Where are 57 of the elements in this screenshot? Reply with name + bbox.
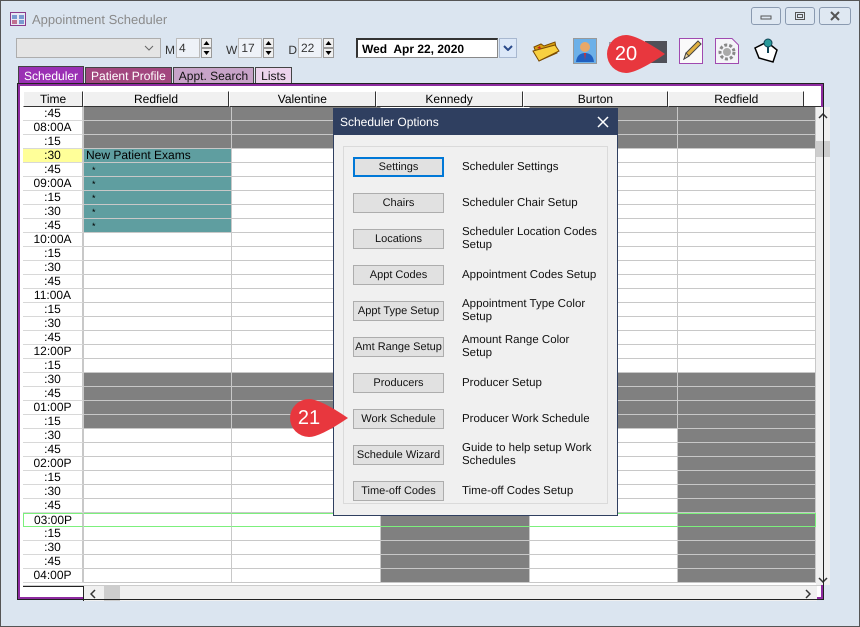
time-cell: :15 xyxy=(23,415,84,429)
option-description: Scheduler Chair Setup xyxy=(462,196,579,210)
time-cell: :15 xyxy=(23,471,84,485)
option-description: Producer Work Schedule xyxy=(462,412,591,426)
time-cell: :30 xyxy=(23,149,84,163)
column-header: Burton xyxy=(522,91,668,107)
time-cell: :30 xyxy=(23,373,84,387)
column-header: Redfield xyxy=(83,91,229,107)
time-cell: :30 xyxy=(23,429,84,443)
month-label: M xyxy=(165,43,175,57)
time-cell: :45 xyxy=(23,499,84,513)
time-cell: 02:00P xyxy=(23,457,84,471)
time-cell: :15 xyxy=(23,135,84,149)
time-cell: :45 xyxy=(23,387,84,401)
time-cell: 08:00A xyxy=(23,121,84,135)
time-cell: :15 xyxy=(23,247,84,261)
time-cell: :15 xyxy=(23,191,84,205)
option-description: Producer Setup xyxy=(462,376,543,390)
time-cell: :30 xyxy=(23,485,84,499)
day-label: D xyxy=(288,43,297,57)
option-description: Time-off Codes Setup xyxy=(462,484,574,498)
time-cell: 10:00A xyxy=(23,233,84,247)
time-cell: :45 xyxy=(23,443,84,457)
time-cell: :45 xyxy=(23,163,84,177)
time-cell: 12:00P xyxy=(23,345,84,359)
callout-tooltip: 20 xyxy=(605,33,667,75)
time-cell: 03:00P xyxy=(23,513,84,527)
time-cell: 11:00A xyxy=(23,289,84,303)
option-description: Scheduler Location Codes Setup xyxy=(462,226,598,252)
time-cell: 01:00P xyxy=(23,401,84,415)
time-cell: :45 xyxy=(23,107,84,121)
time-cell: :30 xyxy=(23,317,84,331)
week-label: W xyxy=(226,43,238,57)
option-description: Appointment Type Color Setup xyxy=(462,298,586,324)
column-header: Redfield xyxy=(668,91,804,107)
window-title: Appointment Scheduler xyxy=(32,12,168,26)
dialog-title: Scheduler Options xyxy=(340,115,439,129)
time-cell: :45 xyxy=(23,219,84,233)
option-description: Appointment Codes Setup xyxy=(462,268,598,282)
option-description: Scheduler Settings xyxy=(462,160,560,174)
time-cell: :30 xyxy=(23,261,84,275)
time-cell: :15 xyxy=(23,359,84,373)
column-header: Valentine xyxy=(228,91,376,107)
time-cell: :45 xyxy=(23,275,84,289)
time-cell: :45 xyxy=(23,331,84,345)
time-cell: :45 xyxy=(23,555,84,569)
time-cell: :30 xyxy=(23,541,84,555)
time-cell: :30 xyxy=(23,205,84,219)
time-cell: :15 xyxy=(23,527,84,541)
column-header: Kennedy xyxy=(376,91,522,107)
time-cell: :15 xyxy=(23,303,84,317)
option-description: Amount Range Color Setup xyxy=(462,334,570,360)
time-cell: 09:00A xyxy=(23,177,84,191)
column-header: Time xyxy=(23,91,84,107)
option-description: Guide to help setup Work Schedules xyxy=(462,442,593,468)
callout-tooltip: 21 xyxy=(288,397,350,439)
time-cell: 04:00P xyxy=(23,569,84,583)
